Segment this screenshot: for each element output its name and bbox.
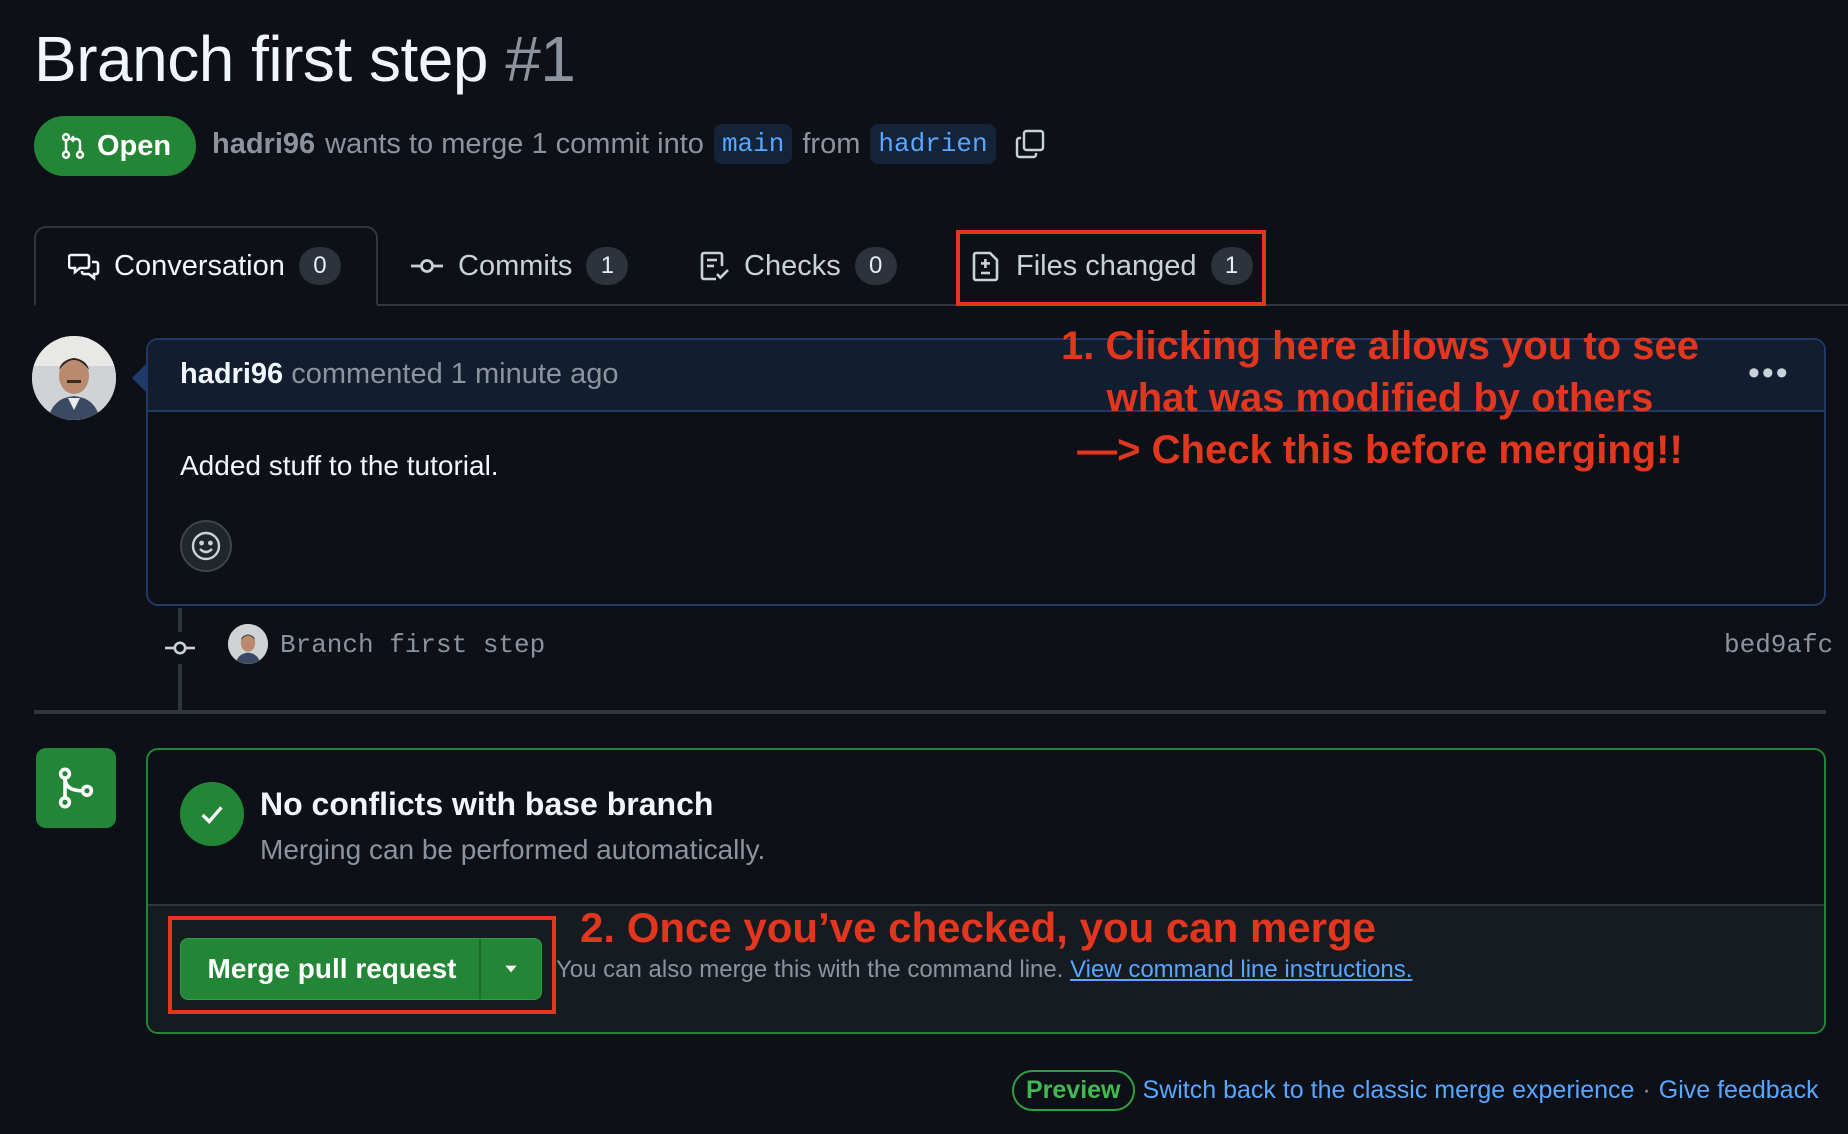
avatar[interactable] <box>32 336 116 420</box>
status-badge: Open <box>34 116 196 176</box>
cli-hint: You can also merge this with the command… <box>556 956 1412 984</box>
tab-counter: 1 <box>586 247 629 285</box>
preview-badge: Preview <box>1012 1070 1135 1111</box>
avatar-image <box>32 336 116 420</box>
commit-icon <box>164 632 196 664</box>
avatar-image <box>228 624 268 664</box>
tab-label: Checks <box>744 249 841 282</box>
annotation-note-1-line-3: —> Check this before merging!! <box>1077 428 1683 472</box>
tab-counter: 0 <box>854 247 897 285</box>
pr-title: Branch first step <box>34 23 488 95</box>
comment-timestamp: commented 1 minute ago <box>291 358 619 390</box>
timeline-divider <box>34 710 1826 714</box>
tab-conversation[interactable]: Conversation 0 <box>34 226 378 306</box>
base-branch[interactable]: main <box>713 124 793 164</box>
annotation-note-1-line-2: what was modified by others <box>1106 376 1654 420</box>
pr-meta: hadri96 wants to merge 1 commit into mai… <box>212 124 1046 164</box>
comment-pointer <box>132 364 146 392</box>
merge-experience-bar: Preview Switch back to the classic merge… <box>1012 1070 1819 1111</box>
page-title: Branch first step #1 <box>34 22 576 96</box>
annotation-box-merge-button <box>168 916 556 1014</box>
cli-hint-text: You can also merge this with the command… <box>556 956 1064 983</box>
pr-author-link[interactable]: hadri96 <box>212 128 315 161</box>
cli-instructions-link[interactable]: View command line instructions. <box>1070 956 1412 983</box>
pr-merge-text: wants to merge 1 commit into <box>325 127 704 160</box>
tab-counter: 0 <box>298 247 341 285</box>
check-circle <box>180 782 244 846</box>
check-icon <box>201 806 223 824</box>
commit-sha[interactable]: bed9afc <box>1724 630 1833 660</box>
annotation-note-2: 2. Once you’ve checked, you can merge <box>580 904 1377 951</box>
git-merge-icon <box>58 767 94 809</box>
annotation-note-1: 1. Clicking here allows you to see what … <box>1000 320 1760 476</box>
merge-status-title: No conflicts with base branch <box>260 786 714 822</box>
tab-commits[interactable]: Commits 1 <box>410 226 629 306</box>
copy-icon[interactable] <box>1014 128 1046 160</box>
switch-classic-link[interactable]: Switch back to the classic merge experie… <box>1143 1076 1635 1105</box>
status-label: Open <box>96 129 172 162</box>
comment-author[interactable]: hadri96 <box>180 358 283 390</box>
add-reaction-button[interactable] <box>180 520 232 572</box>
head-branch[interactable]: hadrien <box>870 124 996 164</box>
checklist-icon <box>700 251 729 281</box>
comment-meta: hadri96 commented 1 minute ago <box>180 358 618 391</box>
pr-number: #1 <box>505 23 576 95</box>
separator: · <box>1642 1076 1651 1104</box>
tab-label: Conversation <box>114 249 285 282</box>
merge-status-subtitle: Merging can be performed automatically. <box>260 834 766 865</box>
comment-discussion-icon <box>68 253 100 281</box>
smiley-icon <box>191 531 221 561</box>
comment-body: Added stuff to the tutorial. <box>180 450 499 481</box>
annotation-box-files-changed <box>956 230 1266 306</box>
give-feedback-link[interactable]: Give feedback <box>1659 1076 1819 1105</box>
merge-status-icon <box>36 748 116 828</box>
from-text: from <box>802 127 861 160</box>
commit-message[interactable]: Branch first step <box>280 630 545 660</box>
annotation-note-1-line-1: 1. Clicking here allows you to see <box>1061 324 1699 368</box>
tab-checks[interactable]: Checks 0 <box>698 226 897 306</box>
tab-label: Commits <box>458 249 573 282</box>
commit-icon <box>411 259 443 273</box>
git-pull-request-icon <box>61 133 85 159</box>
commit-author-avatar[interactable] <box>228 624 268 664</box>
